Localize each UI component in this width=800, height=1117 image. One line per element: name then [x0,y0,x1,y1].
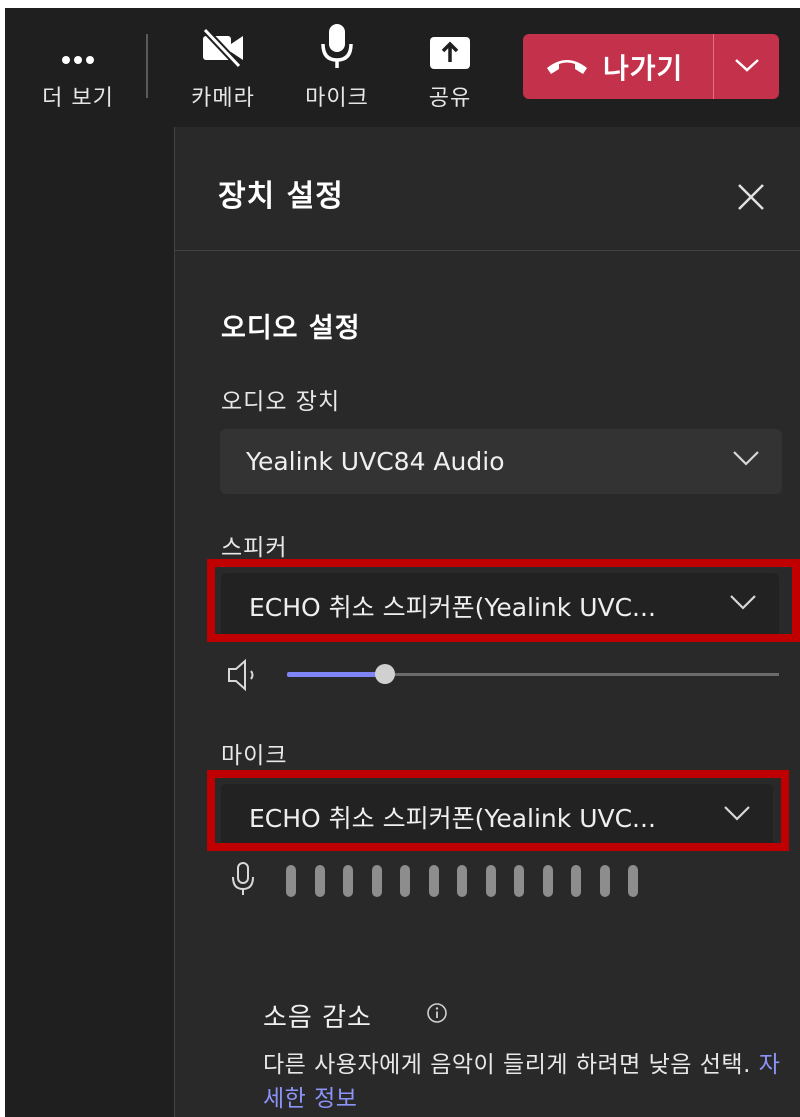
speaker-volume-fill [287,672,385,677]
audio-device-value: Yealink UVC84 Audio [246,447,505,476]
close-button[interactable] [735,181,767,213]
leave-button[interactable]: 나가기 [523,34,713,99]
share-label: 공유 [428,86,472,111]
toolbar-divider [146,34,148,98]
microphone-select[interactable]: ECHO 취소 스피커폰(Yealink UVC... [221,784,773,849]
meeting-window: 더 보기 카메라 마이크 공유 나가기 장치 설정 오디오 설정 오디오 장치 … [5,8,800,1117]
level-bar [286,865,296,897]
speaker-value: ECHO 취소 스피커폰(Yealink UVC... [249,592,656,622]
panel-header: 장치 설정 [175,127,800,251]
speaker-volume-thumb[interactable] [375,664,395,684]
audio-device-label: 오디오 장치 [221,389,341,415]
meeting-toolbar: 더 보기 카메라 마이크 공유 나가기 [5,8,800,127]
more-label: 더 보기 [42,86,114,111]
level-bar [571,865,581,897]
microphone-icon [230,861,256,901]
level-bar [400,865,410,897]
chevron-down-icon [732,449,760,471]
level-bar [628,865,638,897]
meeting-stage [5,127,175,1117]
share-icon [429,8,471,70]
microphone-level-row [230,861,657,901]
camera-button[interactable]: 카메라 [183,8,263,127]
audio-settings-heading: 오디오 설정 [221,313,361,344]
level-bar [542,865,553,897]
level-bar [457,865,467,897]
share-button[interactable]: 공유 [415,8,485,127]
microphone-level-meter [286,865,657,897]
hang-up-icon [545,54,589,80]
leave-options-button[interactable] [714,34,779,99]
speaker-volume-row [225,656,785,696]
noise-suppression-text: 다른 사용자에게 음악이 들리게 하려면 낮음 선택. [263,1052,751,1078]
info-icon[interactable] [426,1002,448,1024]
speaker-select[interactable]: ECHO 취소 스피커폰(Yealink UVC... [221,573,779,638]
more-button[interactable]: 더 보기 [33,8,123,127]
device-settings-panel: 장치 설정 오디오 설정 오디오 장치 Yealink UVC84 Audio … [175,127,800,1117]
microphone-icon [320,8,354,70]
speaker-volume-slider[interactable] [287,664,779,684]
microphone-value: ECHO 취소 스피커폰(Yealink UVC... [249,803,656,833]
noise-suppression-description: 다른 사용자에게 음악이 들리게 하려면 낮음 선택. 자세한 정보 [263,1048,783,1116]
audio-device-select[interactable]: Yealink UVC84 Audio [220,429,782,494]
close-icon [738,184,764,210]
chevron-down-icon [729,593,757,615]
leave-button-group: 나가기 [523,34,779,99]
chevron-down-icon [723,804,751,826]
chevron-down-icon [734,57,760,77]
microphone-label: 마이크 [221,743,288,769]
level-bar [428,865,439,897]
speaker-label: 스피커 [221,535,288,561]
camera-off-icon [199,8,247,70]
level-bar [599,865,610,897]
level-bar [514,865,524,897]
level-bar [314,865,325,897]
mic-label: 마이크 [305,86,369,111]
more-icon [58,8,98,70]
noise-suppression-label: 소음 감소 [263,1003,372,1033]
level-bar [371,865,382,897]
mic-button[interactable]: 마이크 [297,8,377,127]
level-bar [343,865,353,897]
leave-label: 나가기 [603,51,684,85]
speaker-icon [225,656,259,698]
panel-title: 장치 설정 [218,179,344,214]
level-bar [485,865,496,897]
camera-label: 카메라 [191,86,255,111]
